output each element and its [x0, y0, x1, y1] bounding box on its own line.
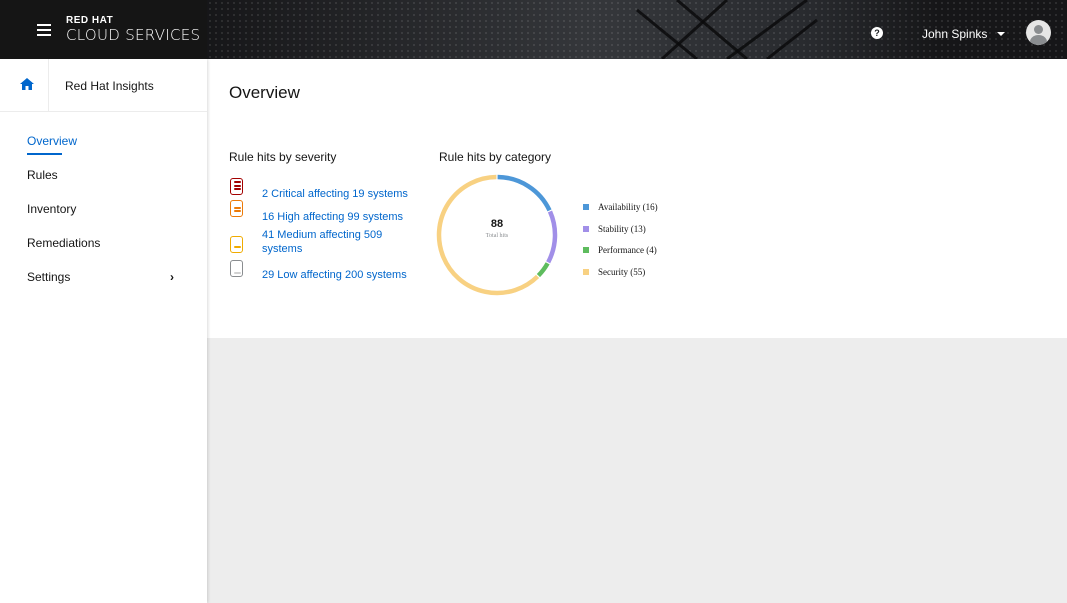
user-name: John Spinks: [922, 27, 988, 41]
sidebar: Red Hat Insights Overview Rules Inventor…: [0, 59, 207, 603]
critical-severity-icon: [230, 178, 243, 195]
total-hits-label: Total hits: [485, 233, 509, 239]
total-hits-value: 88: [490, 218, 504, 230]
brand-logo[interactable]: RED HAT CLOUD SERVICES: [66, 16, 200, 43]
avatar[interactable]: [1026, 20, 1051, 45]
category-section-title: Rule hits by category: [439, 150, 552, 164]
sidebar-item-inventory[interactable]: Inventory: [0, 192, 207, 226]
help-icon[interactable]: ?: [871, 27, 883, 39]
sidebar-item-label: Overview: [27, 134, 78, 148]
active-indicator: [27, 153, 62, 155]
caret-down-icon: [997, 32, 1006, 36]
severity-link-critical[interactable]: 2 Critical affecting 19 systems: [262, 187, 408, 201]
legend-item-security: Security (55): [583, 266, 658, 288]
sidebar-item-rules[interactable]: Rules: [0, 158, 207, 192]
donut-slice-performance[interactable]: [536, 262, 550, 278]
legend-label: Performance (4): [598, 245, 657, 255]
legend-swatch: [583, 247, 589, 253]
legend-label: Security (55): [598, 266, 646, 277]
low-severity-icon: [230, 260, 243, 277]
sidebar-item-settings[interactable]: Settings ›: [0, 260, 207, 294]
sidebar-item-label: Settings: [27, 270, 71, 284]
legend-item-availability: Availability (16): [583, 201, 658, 223]
main-area: Overview Rule hits by severity 2 Critica…: [207, 59, 1067, 603]
hamburger-menu-icon[interactable]: [37, 24, 51, 36]
chart-legend: Availability (16) Stability (13) Performan…: [583, 201, 658, 287]
medium-severity-icon: [230, 236, 243, 253]
legend-label: Availability (16): [598, 202, 658, 212]
chevron-right-icon: ›: [170, 270, 174, 284]
app-switcher: Red Hat Insights: [0, 59, 207, 112]
category-donut-chart: 88 Total hits: [435, 173, 559, 297]
sidebar-nav: Overview Rules Inventory Remediations Se…: [0, 112, 207, 294]
legend-label: Stability (13): [598, 223, 646, 234]
user-menu[interactable]: John Spinks: [922, 27, 1006, 41]
legend-swatch: [583, 268, 589, 275]
sidebar-item-overview[interactable]: Overview: [0, 124, 207, 158]
donut-slice-availability[interactable]: [497, 174, 552, 212]
legend-item-performance: Performance (4): [583, 244, 658, 266]
home-icon[interactable]: [20, 78, 34, 90]
severity-link-low[interactable]: 29 Low affecting 200 systems: [262, 268, 407, 282]
sidebar-item-label: Rules: [27, 168, 58, 182]
legend-swatch: [583, 225, 589, 232]
legend-item-stability: Stability (13): [583, 223, 658, 245]
severity-link-high[interactable]: 16 High affecting 99 systems: [262, 210, 403, 224]
severity-section-title: Rule hits by severity: [229, 150, 337, 164]
top-header: RED HAT CLOUD SERVICES ? John Spinks: [0, 0, 1067, 59]
severity-link-medium[interactable]: 41 Medium affecting 509 systems: [262, 228, 412, 256]
brand-bottom-text: CLOUD SERVICES: [66, 26, 201, 44]
divider: [48, 59, 49, 112]
high-severity-icon: [230, 200, 243, 217]
brand-top-text: RED HAT: [66, 15, 114, 26]
page-title: Overview: [229, 83, 300, 102]
legend-swatch: [583, 204, 589, 210]
sidebar-item-remediations[interactable]: Remediations: [0, 226, 207, 260]
sidebar-item-label: Inventory: [27, 202, 77, 216]
sidebar-item-label: Remediations: [27, 236, 101, 250]
app-name[interactable]: Red Hat Insights: [65, 79, 154, 93]
overview-card: Overview Rule hits by severity 2 Critica…: [207, 59, 1067, 338]
